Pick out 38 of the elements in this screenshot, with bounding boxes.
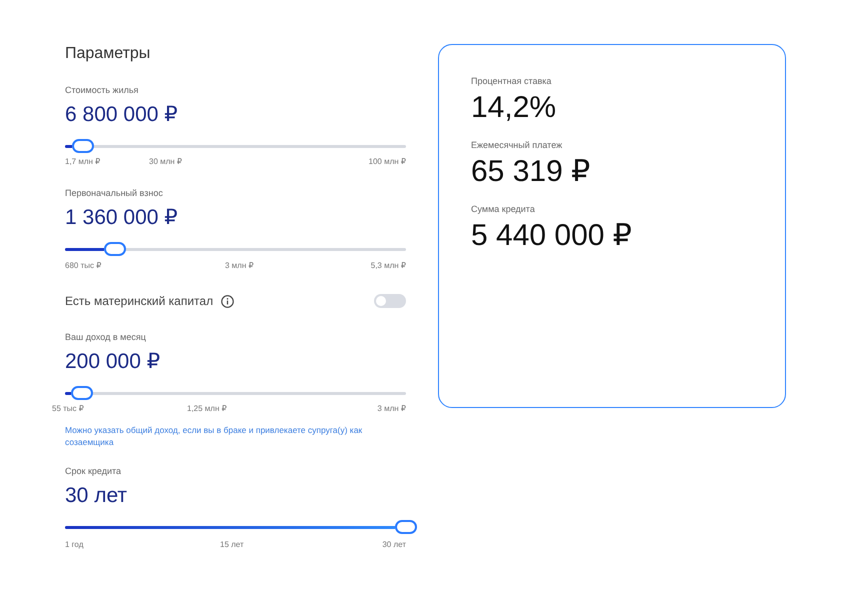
tick-label: 55 тыс ₽	[52, 404, 84, 414]
field-label: Срок кредита	[65, 465, 122, 477]
field-label: Ваш доход в месяц	[65, 331, 147, 343]
slider-thumb[interactable]	[104, 242, 126, 256]
slider-fill	[65, 248, 104, 250]
section-title: Параметры	[65, 44, 152, 64]
tick-label: 1,7 млн ₽	[65, 157, 100, 167]
toggle-label: Есть материнский капитал	[65, 293, 214, 309]
slider-thumb[interactable]	[72, 139, 94, 153]
tick-label: 3 млн ₽	[225, 261, 254, 271]
field-value: 200 000 ₽	[65, 349, 162, 375]
field-value: 6 800 000 ₽	[65, 102, 179, 128]
field-value: 30 лет	[65, 483, 128, 509]
info-icon[interactable]	[221, 294, 234, 308]
field-label: Первоначальный взнос	[65, 187, 164, 199]
result-label: Процентная ставка	[471, 75, 552, 87]
result-label: Ежемесячный платеж	[471, 139, 564, 151]
slider-thumb[interactable]	[395, 520, 417, 534]
slider-fill	[65, 392, 71, 394]
tick-label: 680 тыс ₽	[65, 261, 102, 271]
tick-label: 30 млн ₽	[149, 157, 182, 167]
result-value: 5 440 000 ₽	[471, 219, 633, 253]
result-value: 14,2%	[471, 91, 558, 125]
tick-label: 1 год	[65, 540, 84, 550]
tick-label: 1,25 млн ₽	[187, 404, 227, 414]
tick-label: 30 лет	[382, 540, 406, 550]
tick-label: 15 лет	[220, 540, 244, 550]
field-value: 1 360 000 ₽	[65, 205, 179, 231]
tick-label: 5,3 млн ₽	[370, 261, 406, 271]
slider-thumb[interactable]	[70, 386, 93, 400]
result-value: 65 319 ₽	[471, 155, 592, 189]
field-label: Стоимость жилья	[65, 84, 140, 96]
slider-fill	[65, 144, 72, 148]
result-label: Сумма кредита	[471, 203, 536, 215]
toggle-switch[interactable]	[374, 294, 406, 308]
hint-text: Можно указать общий доход, если вы в браке и привлекаете супруга(у) как созаемщика	[65, 424, 364, 448]
tick-label: 3 млн ₽	[377, 404, 406, 414]
tick-label: 100 млн ₽	[368, 157, 406, 167]
